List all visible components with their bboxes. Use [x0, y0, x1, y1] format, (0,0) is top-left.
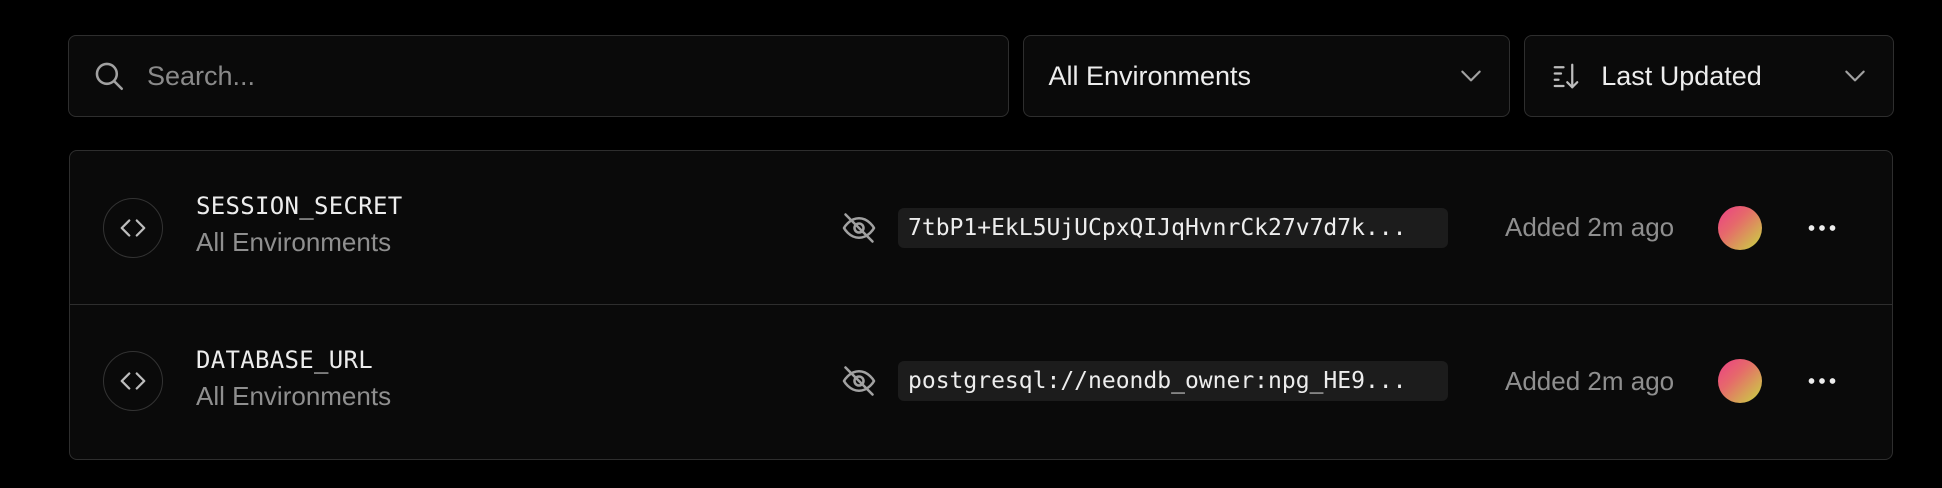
search-icon	[91, 58, 127, 94]
sort-icon	[1551, 60, 1583, 92]
search-box[interactable]	[68, 35, 1010, 117]
variable-names: DATABASE_URL All Environments	[196, 345, 391, 412]
avatar[interactable]	[1718, 359, 1762, 403]
code-icon	[103, 351, 163, 411]
avatar[interactable]	[1718, 205, 1762, 250]
variable-environment: All Environments	[196, 381, 392, 411]
toolbar: All Environments Last Updated	[68, 35, 1894, 117]
more-horizontal-icon[interactable]	[1800, 359, 1844, 403]
added-timestamp: Added 2m ago	[1505, 365, 1675, 396]
more-horizontal-icon[interactable]	[1800, 206, 1844, 250]
variable-value[interactable]: postgresql://neondb_owner:npg_HE9...	[898, 361, 1448, 401]
variable-names: SESSION_SECRET All Environments	[196, 191, 403, 258]
env-variable-row[interactable]: SESSION_SECRET All Environments 7tbP1+Ek…	[70, 151, 1892, 304]
added-timestamp: Added 2m ago	[1505, 212, 1675, 242]
variable-environment: All Environments	[196, 227, 392, 257]
variable-value[interactable]: 7tbP1+EkL5UjUCpxQIJqHvnrCk27v7d7k...	[898, 207, 1448, 248]
sort-select-label: Last Updated	[1601, 60, 1762, 91]
code-icon	[103, 197, 163, 258]
environment-select[interactable]: All Environments	[1023, 35, 1511, 117]
environment-select-label: All Environments	[1048, 60, 1252, 91]
search-input[interactable]	[147, 60, 1009, 92]
eye-off-icon[interactable]	[840, 362, 878, 400]
chevron-down-icon	[1841, 62, 1869, 90]
env-variable-list: SESSION_SECRET All Environments 7tbP1+Ek…	[69, 150, 1893, 460]
env-variable-row[interactable]: DATABASE_URL All Environments postgresql…	[70, 304, 1892, 457]
eye-off-icon[interactable]	[840, 209, 878, 247]
chevron-down-icon	[1457, 62, 1485, 90]
variable-name: SESSION_SECRET	[196, 192, 403, 220]
variable-name: DATABASE_URL	[196, 346, 373, 374]
sort-select[interactable]: Last Updated	[1524, 35, 1894, 117]
